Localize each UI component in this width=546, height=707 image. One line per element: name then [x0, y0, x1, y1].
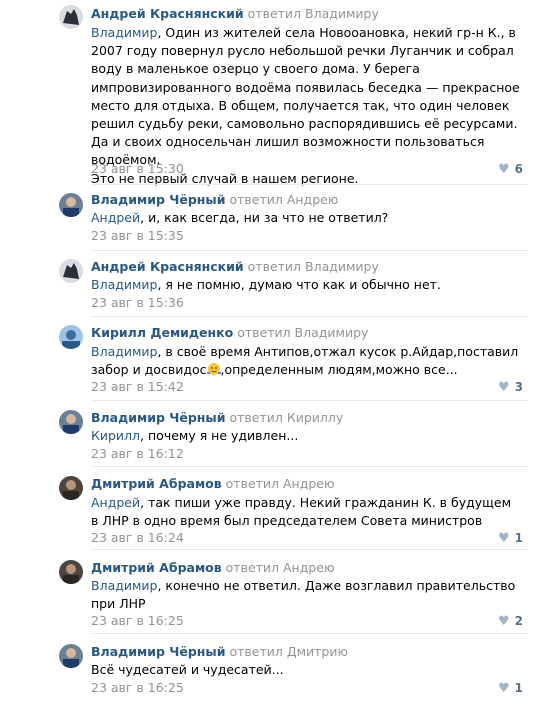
comment-text-content: , так пиши уже правду. Некий гражданин К…: [91, 495, 512, 529]
like-count: 2: [514, 614, 523, 628]
heart-icon: ♥: [497, 614, 510, 629]
comment-text-content: , Один из жителей села Новооановка, неки…: [91, 25, 520, 168]
comment-text: Владимир, я не помню, думаю что как и об…: [91, 276, 521, 294]
like-count: 1: [514, 681, 523, 695]
comment-date[interactable]: 23 авг в 16:25: [91, 613, 184, 629]
divider: [91, 316, 528, 317]
mention-link[interactable]: Владимир: [91, 277, 157, 292]
divider: [91, 466, 528, 467]
reply-to[interactable]: ответил Владимиру: [237, 325, 368, 340]
comment-date[interactable]: 23 авг в 15:30: [91, 161, 184, 177]
author-name[interactable]: Владимир Чёрный: [91, 192, 225, 207]
reply-to[interactable]: ответил Андрею: [226, 476, 335, 491]
divider: [91, 184, 528, 185]
reply-to[interactable]: ответил Владимиру: [248, 259, 379, 274]
avatar[interactable]: [59, 644, 83, 668]
avatar[interactable]: [59, 5, 83, 29]
comment-date[interactable]: 23 авг в 16:12: [91, 446, 184, 462]
comment-header: Владимир Чёрный ответил Кириллу: [91, 410, 343, 426]
reply-to[interactable]: ответил Андрею: [229, 192, 338, 207]
avatar[interactable]: [59, 560, 83, 584]
comment-header: Владимир Чёрный ответил Андрею: [91, 192, 338, 208]
like-button[interactable]: ♥ 1: [498, 680, 523, 697]
comment-date[interactable]: 23 авг в 16:25: [91, 680, 184, 696]
comment-text-content: , я не помню, думаю что как и обычно нет…: [157, 277, 441, 292]
like-count: 1: [514, 531, 523, 545]
comment-date[interactable]: 23 авг в 15:42: [91, 379, 184, 395]
avatar[interactable]: [59, 193, 83, 217]
comment-date[interactable]: 23 авг в 16:24: [91, 530, 184, 546]
author-name[interactable]: Дмитрий Абрамов: [91, 560, 222, 575]
mention-link[interactable]: Кирилл: [91, 428, 140, 443]
mention-link[interactable]: Владимир: [91, 578, 157, 593]
mention-link[interactable]: Владимир: [91, 344, 157, 359]
comment-header: Кирилл Демиденко ответил Владимиру: [91, 325, 368, 341]
heart-icon: ♥: [497, 162, 510, 177]
comment-date[interactable]: 23 авг в 15:35: [91, 228, 184, 244]
like-button[interactable]: ♥ 2: [498, 613, 523, 630]
reply-to[interactable]: ответил Кириллу: [229, 410, 343, 425]
avatar[interactable]: [59, 476, 83, 500]
avatar[interactable]: [59, 259, 83, 283]
comment-text-content: , почему я не удивлен...: [140, 428, 299, 443]
like-count: 6: [514, 162, 523, 176]
avatar[interactable]: [59, 325, 83, 349]
divider: [91, 633, 528, 634]
divider: [91, 400, 528, 401]
avatar[interactable]: [59, 410, 83, 434]
shrug-emoji-icon: [206, 363, 221, 376]
comment-text: Владимир, в своё время Антипов,отжал кус…: [91, 343, 521, 379]
author-name[interactable]: Дмитрий Абрамов: [91, 476, 222, 491]
author-name[interactable]: Кирилл Демиденко: [91, 325, 233, 340]
author-name[interactable]: Андрей Краснянский: [91, 259, 244, 274]
reply-to[interactable]: ответил Дмитрию: [229, 644, 348, 659]
comment-text: Всё чудесатей и чудесатей...: [91, 661, 521, 679]
heart-icon: ♥: [497, 380, 510, 395]
divider: [91, 549, 528, 550]
comment-text: Кирилл, почему я не удивлен...: [91, 427, 521, 445]
heart-icon: ♥: [497, 681, 510, 696]
divider: [91, 250, 528, 251]
like-button[interactable]: ♥ 3: [498, 379, 523, 396]
heart-icon: ♥: [497, 531, 510, 546]
mention-link[interactable]: Владимир: [91, 25, 157, 40]
comment-header: Владимир Чёрный ответил Дмитрию: [91, 644, 348, 660]
like-count: 3: [514, 380, 523, 394]
comment-text-content: , и, как всегда, ни за что не ответил?: [140, 210, 389, 225]
comment-text-content: ,определенным людям,можно все...: [220, 362, 458, 378]
like-button[interactable]: ♥ 6: [498, 161, 523, 178]
comment-text: Андрей, и, как всегда, ни за что не отве…: [91, 209, 521, 227]
comment-header: Андрей Краснянский ответил Владимиру: [91, 259, 379, 275]
comment-header: Дмитрий Абрамов ответил Андрею: [91, 560, 335, 576]
reply-to[interactable]: ответил Владимиру: [248, 6, 379, 21]
author-name[interactable]: Владимир Чёрный: [91, 644, 225, 659]
comment-header: Дмитрий Абрамов ответил Андрею: [91, 476, 335, 492]
comment-date[interactable]: 23 авг в 15:36: [91, 295, 184, 311]
comment-text-content: Всё чудесатей и чудесатей...: [91, 662, 284, 677]
reply-to[interactable]: ответил Андрею: [226, 560, 335, 575]
comment-text: Владимир, конечно не ответил. Даже возгл…: [91, 577, 521, 613]
comment-text: Андрей, так пиши уже правду. Некий гражд…: [91, 494, 521, 530]
mention-link[interactable]: Андрей: [91, 210, 140, 225]
author-name[interactable]: Андрей Краснянский: [91, 6, 244, 21]
like-button[interactable]: ♥ 1: [498, 530, 523, 547]
comment-header: Андрей Краснянский ответил Владимиру: [91, 6, 379, 22]
mention-link[interactable]: Андрей: [91, 495, 140, 510]
author-name[interactable]: Владимир Чёрный: [91, 410, 225, 425]
